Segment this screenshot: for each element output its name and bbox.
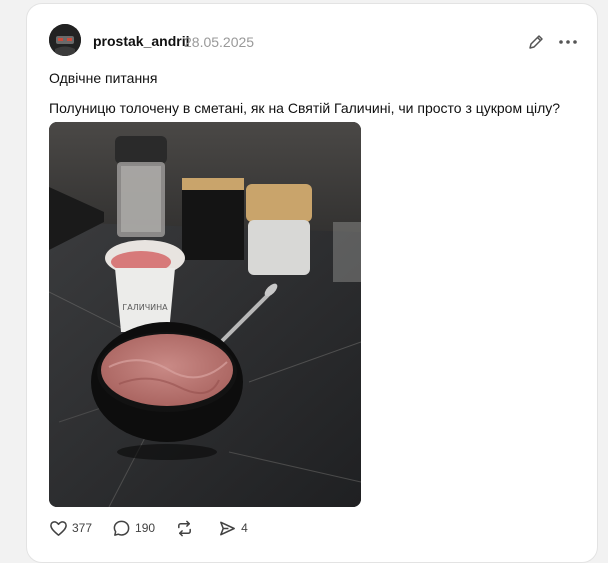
share-button[interactable]: 4	[218, 518, 248, 538]
more-horizontal-icon[interactable]	[557, 33, 579, 51]
comment-icon	[113, 520, 130, 536]
send-icon	[220, 521, 235, 535]
post-actions: 377 190 4	[49, 518, 268, 538]
share-count: 4	[241, 521, 248, 535]
comment-button[interactable]: 190	[112, 518, 155, 538]
post-image[interactable]: ГАЛИЧИНА	[49, 122, 361, 507]
like-count: 377	[72, 521, 93, 535]
avatar[interactable]	[49, 24, 81, 56]
comment-count: 190	[135, 521, 156, 535]
like-button[interactable]: 377	[49, 518, 92, 538]
jar-label: ГАЛИЧИНА	[122, 303, 168, 312]
post-card: prostak_andrii 28.05.2025 Одвічне питанн…	[26, 3, 598, 563]
avatar-image	[49, 24, 81, 56]
photo-image: ГАЛИЧИНА	[49, 122, 361, 507]
username[interactable]: prostak_andrii	[93, 33, 189, 49]
pencil-icon[interactable]	[527, 33, 545, 51]
post-date: 28.05.2025	[184, 34, 255, 50]
post-text-line-1: Одвічне питання	[49, 70, 158, 86]
repost-button[interactable]	[175, 518, 198, 538]
repost-icon	[178, 520, 192, 536]
post-text-line-2: Полуницю толочену в сметані, як на Святі…	[49, 100, 561, 116]
heart-icon	[50, 520, 67, 536]
